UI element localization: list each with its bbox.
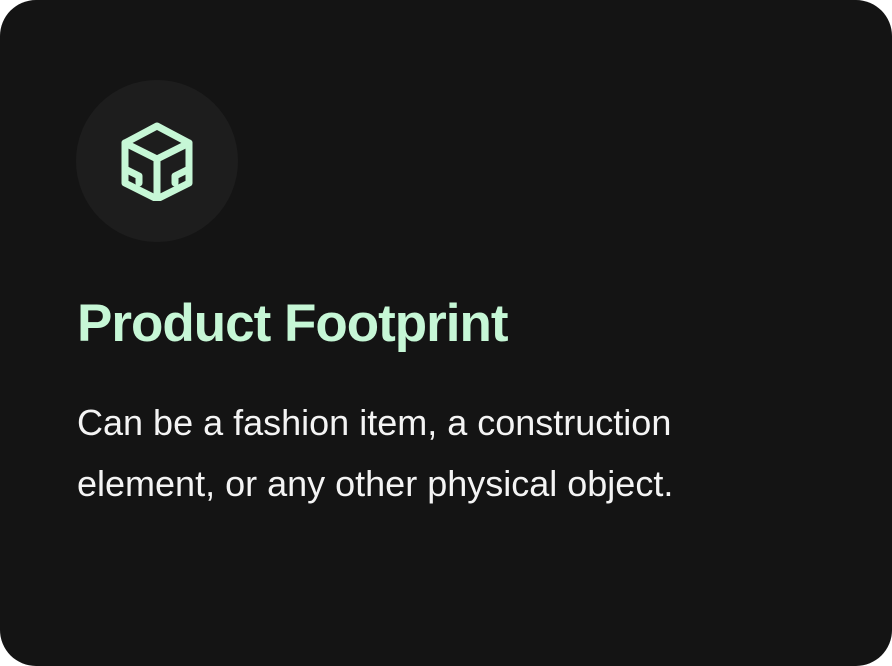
card-title: Product Footprint — [77, 294, 508, 353]
cube-icon — [121, 122, 193, 201]
icon-badge — [76, 80, 238, 242]
card-description: Can be a fashion item, a construction el… — [77, 402, 674, 504]
product-footprint-card: Product Footprint Can be a fashion item,… — [0, 0, 892, 666]
